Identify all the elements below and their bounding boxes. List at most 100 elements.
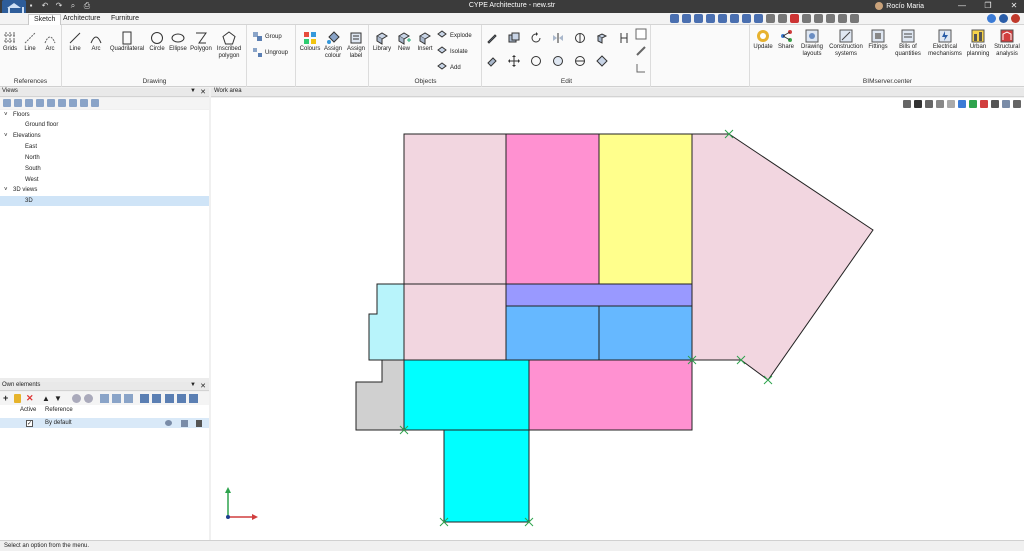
axis-icon[interactable] bbox=[903, 100, 911, 108]
close-icon[interactable]: ✕ bbox=[200, 382, 206, 390]
assign-label-button[interactable]: Assign label bbox=[345, 31, 367, 60]
tree-node-east[interactable]: East bbox=[0, 142, 209, 152]
draw-arc-button[interactable]: Arc bbox=[87, 31, 105, 53]
tree-node-west[interactable]: West bbox=[0, 175, 209, 185]
align-icon[interactable] bbox=[100, 394, 109, 403]
add-icon[interactable]: + bbox=[3, 394, 12, 403]
user-view-icon[interactable] bbox=[47, 99, 55, 107]
snap-icon[interactable] bbox=[814, 14, 823, 23]
room-cyan-bottom[interactable] bbox=[443, 429, 530, 523]
tree-node-3d[interactable]: 3D bbox=[0, 196, 209, 206]
tab-sketch[interactable]: Sketch bbox=[28, 14, 62, 25]
urban-planning-button[interactable]: Urban planning bbox=[965, 29, 991, 58]
layers-icon[interactable] bbox=[778, 14, 787, 23]
help-icon[interactable] bbox=[850, 14, 859, 23]
room-blue-right[interactable] bbox=[598, 305, 693, 361]
table-row[interactable]: ✓ By default bbox=[0, 418, 209, 428]
room-pink-pentagon[interactable] bbox=[691, 133, 874, 381]
wireframe-icon[interactable] bbox=[925, 100, 933, 108]
chevron-down-icon[interactable]: ▼ bbox=[190, 382, 196, 388]
render-icon[interactable] bbox=[958, 100, 966, 108]
info-icon[interactable] bbox=[987, 14, 996, 23]
extend-icon[interactable] bbox=[574, 55, 586, 67]
room-magenta-bottom[interactable] bbox=[528, 359, 693, 431]
group-button[interactable]: Group bbox=[252, 31, 282, 42]
dimension-icon[interactable] bbox=[618, 32, 630, 44]
cube-icon[interactable] bbox=[177, 394, 186, 403]
ref-line-button[interactable]: Line bbox=[22, 31, 38, 53]
new-object-button[interactable]: New bbox=[394, 31, 414, 53]
list-view-icon[interactable] bbox=[58, 99, 66, 107]
tree-node-3d-views[interactable]: ˅ 3D views bbox=[0, 185, 209, 195]
tree-node-ground-floor[interactable]: Ground floor bbox=[0, 120, 209, 130]
insert-object-button[interactable]: Insert bbox=[415, 31, 435, 53]
floor-plan-drawing[interactable] bbox=[211, 110, 1024, 540]
delete-icon[interactable]: ✕ bbox=[26, 394, 35, 403]
new-view-icon[interactable] bbox=[3, 99, 11, 107]
copy-icon[interactable] bbox=[508, 32, 520, 44]
add-object-button[interactable]: Add bbox=[437, 62, 461, 73]
measure-icon[interactable] bbox=[766, 14, 775, 23]
chevron-down-icon[interactable]: ˅ bbox=[4, 185, 8, 195]
export-icon[interactable] bbox=[189, 394, 198, 403]
ortho-icon[interactable] bbox=[826, 14, 835, 23]
section-icon[interactable] bbox=[969, 100, 977, 108]
hidden-line-icon[interactable] bbox=[936, 100, 944, 108]
ungroup-button[interactable]: Ungroup bbox=[252, 47, 288, 58]
work-area-canvas[interactable] bbox=[211, 110, 1024, 540]
update-icon[interactable] bbox=[999, 14, 1008, 23]
library-button[interactable]: Library bbox=[372, 31, 392, 53]
angle-icon[interactable] bbox=[635, 62, 647, 74]
export-view-icon[interactable] bbox=[80, 99, 88, 107]
drawing-layouts-button[interactable]: Drawing layouts bbox=[799, 29, 825, 58]
scale-icon[interactable] bbox=[574, 32, 586, 44]
chevron-down-icon[interactable]: ˅ bbox=[4, 131, 8, 141]
grid-toggle-icon[interactable] bbox=[802, 14, 811, 23]
share-button[interactable]: Share bbox=[775, 29, 797, 51]
eraser-icon[interactable] bbox=[486, 55, 498, 67]
bills-of-quantities-button[interactable]: Bills of quantities bbox=[891, 29, 925, 58]
room-grey[interactable] bbox=[355, 359, 405, 431]
settings-view-icon[interactable] bbox=[91, 99, 99, 107]
ref-arc-button[interactable]: Arc bbox=[42, 31, 58, 53]
update-button[interactable]: Update bbox=[752, 29, 774, 51]
zoom-window-icon[interactable] bbox=[706, 14, 715, 23]
close-icon[interactable]: ✕ bbox=[200, 88, 206, 96]
magnet-icon[interactable] bbox=[790, 14, 799, 23]
structural-analysis-button[interactable]: Structural analysis bbox=[992, 29, 1022, 58]
ellipse-button[interactable]: Ellipse bbox=[168, 31, 188, 53]
visibility-icon[interactable] bbox=[754, 14, 763, 23]
minimize-button[interactable]: — bbox=[956, 1, 968, 10]
rotate-3d-icon[interactable] bbox=[530, 55, 542, 67]
room-blue-left[interactable] bbox=[505, 305, 600, 361]
eye-icon[interactable] bbox=[165, 420, 172, 426]
inscribed-polygon-button[interactable]: Inscribed polygon bbox=[214, 31, 244, 60]
copy-view-icon[interactable] bbox=[25, 99, 33, 107]
edit-icon[interactable] bbox=[14, 394, 21, 403]
circle-button[interactable]: Circle bbox=[148, 31, 166, 53]
zoom-icon[interactable] bbox=[694, 14, 703, 23]
room-yellow-top[interactable] bbox=[598, 133, 693, 285]
hand-icon[interactable] bbox=[730, 14, 739, 23]
draw-line-button[interactable]: Line bbox=[66, 31, 84, 53]
room-pink-middle-left[interactable] bbox=[403, 283, 507, 361]
construction-systems-button[interactable]: Construction systems bbox=[827, 29, 865, 58]
polygon-button[interactable]: Polygon bbox=[190, 31, 212, 53]
tree-node-floors[interactable]: ˅ Floors bbox=[0, 110, 209, 120]
bim-icon[interactable] bbox=[1011, 14, 1020, 23]
filter-icon[interactable] bbox=[140, 394, 149, 403]
room-cyan-middle[interactable] bbox=[403, 359, 530, 431]
quadrilateral-button[interactable]: Quadrilateral bbox=[108, 31, 146, 53]
tree-node-south[interactable]: South bbox=[0, 164, 209, 174]
show-icon[interactable] bbox=[84, 394, 93, 403]
orbit-icon[interactable] bbox=[670, 14, 679, 23]
view-settings-icon[interactable] bbox=[1013, 100, 1021, 108]
list-icon[interactable] bbox=[635, 28, 647, 40]
layer-icon[interactable] bbox=[181, 420, 188, 427]
tab-architecture[interactable]: Architecture bbox=[58, 14, 105, 25]
tree-node-north[interactable]: North bbox=[0, 153, 209, 163]
chevron-down-icon[interactable]: ˅ bbox=[4, 110, 8, 120]
move-up-icon[interactable]: ▲ bbox=[42, 394, 51, 403]
assign-colour-button[interactable]: Assign colour bbox=[322, 31, 344, 60]
cube-view-icon[interactable] bbox=[991, 100, 999, 108]
